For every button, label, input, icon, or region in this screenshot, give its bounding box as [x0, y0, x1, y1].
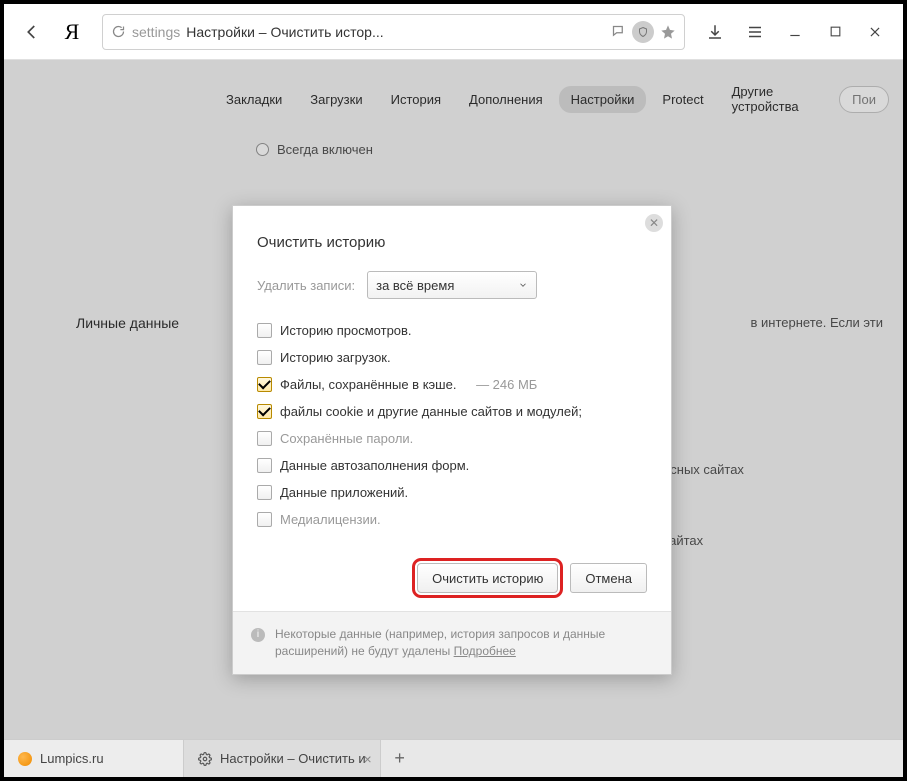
clear-history-button[interactable]: Очистить историю [417, 563, 558, 593]
browser-window: Я settings Настройки – Очистить истор... [4, 4, 903, 777]
cancel-button[interactable]: Отмена [570, 563, 647, 593]
checkbox-icon[interactable] [257, 458, 272, 473]
option-cached-files[interactable]: Файлы, сохранённые в кэше. — 246 МБ [257, 377, 647, 392]
maximize-button[interactable] [819, 16, 851, 48]
info-icon: i [251, 628, 265, 642]
tab-settings-clear[interactable]: Настройки – Очистить и × [184, 740, 381, 777]
downloads-button[interactable] [699, 16, 731, 48]
checkbox-icon[interactable] [257, 512, 272, 527]
option-passwords[interactable]: Сохранённые пароли. [257, 431, 647, 446]
toolbar: Я settings Настройки – Очистить истор... [4, 4, 903, 60]
dialog-footer: i Некоторые данные (например, история за… [233, 611, 671, 674]
option-app-data[interactable]: Данные приложений. [257, 485, 647, 500]
menu-button[interactable] [739, 16, 771, 48]
options-list: Историю просмотров. Историю загрузок. Фа… [257, 323, 647, 527]
close-tab-icon[interactable]: × [363, 751, 371, 767]
footer-link[interactable]: Подробнее [454, 644, 516, 658]
option-media-licenses[interactable]: Медиалицензии. [257, 512, 647, 527]
feedback-icon[interactable] [611, 24, 626, 39]
back-button[interactable] [16, 16, 48, 48]
period-label: Удалить записи: [257, 278, 355, 293]
dialog-title: Очистить историю [257, 234, 647, 251]
checkbox-icon[interactable] [257, 404, 272, 419]
protect-shield-icon[interactable] [632, 21, 654, 43]
option-autofill[interactable]: Данные автозаполнения форм. [257, 458, 647, 473]
checkbox-icon[interactable] [257, 485, 272, 500]
period-select[interactable]: за всё время [367, 271, 537, 299]
option-download-history[interactable]: Историю загрузок. [257, 350, 647, 365]
clear-history-dialog: ✕ Очистить историю Удалить записи: за вс… [232, 205, 672, 675]
reload-icon[interactable] [111, 24, 126, 39]
checkbox-icon[interactable] [257, 377, 272, 392]
checkbox-icon[interactable] [257, 323, 272, 338]
address-prefix: settings [132, 24, 180, 40]
footer-text: Некоторые данные (например, история запр… [275, 627, 605, 658]
tab-label: Lumpics.ru [40, 751, 104, 766]
logo-icon[interactable]: Я [56, 16, 88, 48]
tab-lumpics[interactable]: Lumpics.ru [4, 740, 184, 777]
gear-icon [198, 752, 212, 766]
new-tab-button[interactable]: + [381, 740, 419, 777]
content-area: Закладки Загрузки История Дополнения Нас… [4, 60, 903, 739]
period-value: за всё время [376, 278, 454, 293]
address-text: Настройки – Очистить истор... [186, 24, 383, 40]
tabs-bar: Lumpics.ru Настройки – Очистить и × + [4, 739, 903, 777]
favicon-icon [18, 752, 32, 766]
address-bar[interactable]: settings Настройки – Очистить истор... [102, 14, 685, 50]
checkbox-icon[interactable] [257, 350, 272, 365]
option-browsing-history[interactable]: Историю просмотров. [257, 323, 647, 338]
option-cookies[interactable]: файлы cookie и другие данные сайтов и мо… [257, 404, 647, 419]
close-icon[interactable]: ✕ [645, 214, 663, 232]
checkbox-icon[interactable] [257, 431, 272, 446]
close-window-button[interactable] [859, 16, 891, 48]
chevron-down-icon [518, 280, 528, 290]
minimize-button[interactable] [779, 16, 811, 48]
bookmark-star-icon[interactable] [660, 24, 676, 40]
tab-label: Настройки – Очистить и [220, 751, 366, 766]
